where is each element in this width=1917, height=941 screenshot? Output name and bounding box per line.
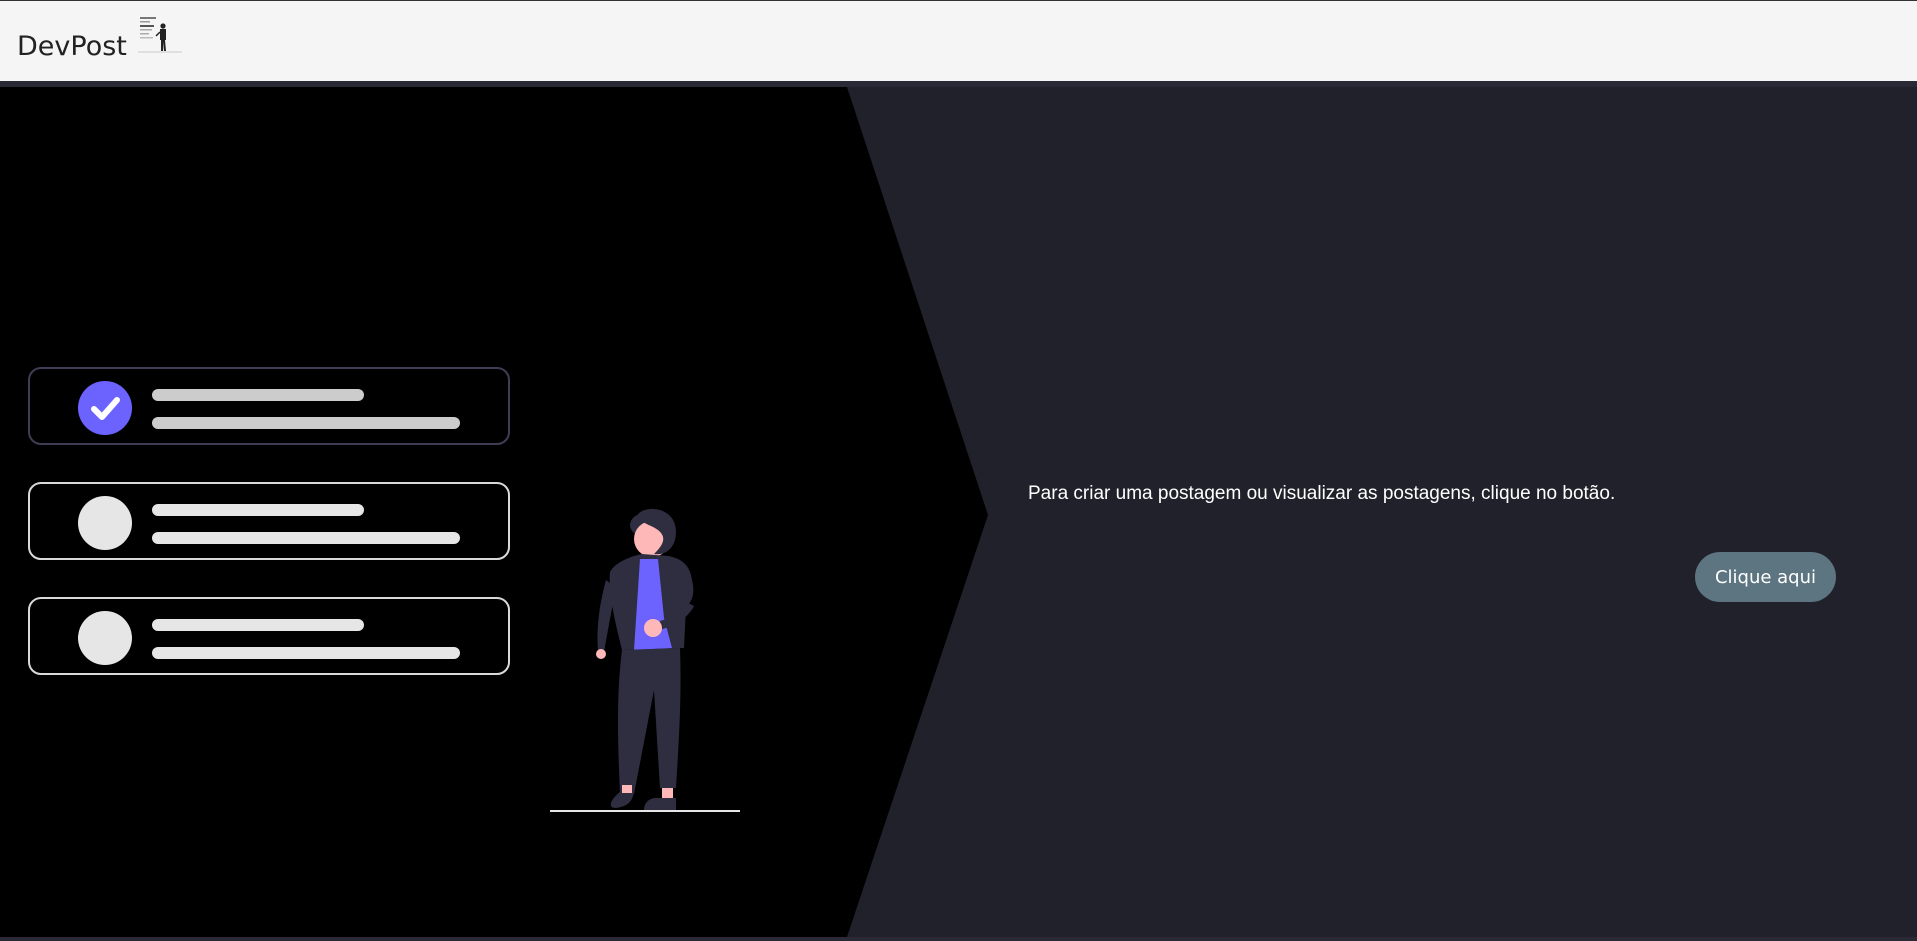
placeholder-line [152, 389, 364, 401]
placeholder-line [152, 417, 460, 429]
placeholder-line [152, 532, 460, 544]
empty-circle-icon [78, 611, 132, 665]
bottom-strip [0, 937, 1917, 941]
checklist-item-unchecked [28, 482, 510, 560]
instruction-text: Para criar uma postagem ou visualizar as… [1028, 483, 1616, 504]
person-at-board-logo-icon [136, 15, 184, 55]
navbar: DevPost [0, 0, 1917, 81]
hero-section: Para criar uma postagem ou visualizar as… [0, 87, 1917, 937]
placeholder-line [152, 619, 364, 631]
placeholder-line [152, 647, 460, 659]
person-standing-illustration [550, 508, 740, 812]
placeholder-line [152, 504, 364, 516]
clique-aqui-button[interactable]: Clique aqui [1695, 552, 1836, 602]
checklist-item-checked [28, 367, 510, 445]
checklist-item-unchecked [28, 597, 510, 675]
brand-title[interactable]: DevPost [17, 33, 127, 60]
checkmark-icon [78, 381, 132, 435]
empty-circle-icon [78, 496, 132, 550]
